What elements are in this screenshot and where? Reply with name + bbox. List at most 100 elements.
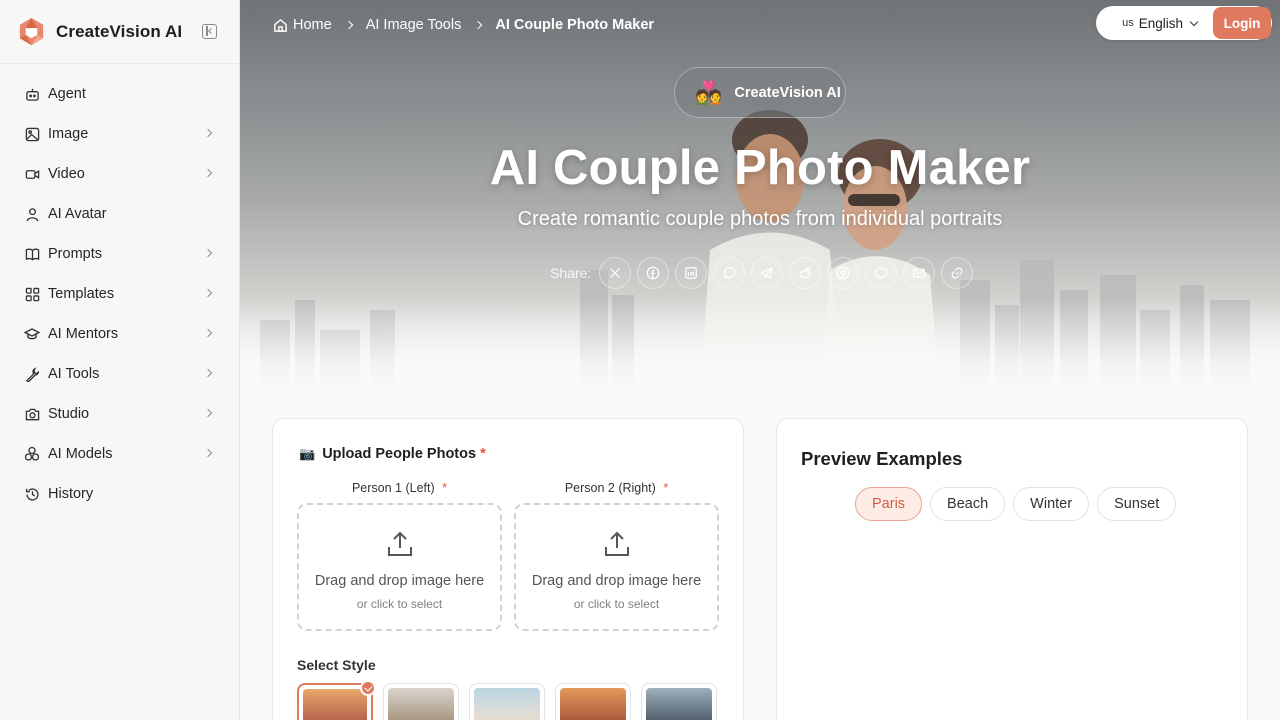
- person1-dropzone[interactable]: Drag and drop image here or click to sel…: [297, 503, 502, 631]
- sidebar-nav: Agent Image Video AI Avatar Prompts Temp…: [0, 64, 239, 514]
- chevron-right-icon: [203, 248, 213, 258]
- chevron-right-icon: [203, 448, 213, 458]
- person2-label: Person 2 (Right) *: [514, 481, 719, 495]
- check-icon: [360, 680, 376, 696]
- reddit-icon[interactable]: [789, 257, 822, 289]
- hero-badge: 💑 CreateVision AI: [674, 67, 846, 118]
- style-option[interactable]: [469, 683, 545, 720]
- sidebar-item-label: Image: [48, 126, 89, 142]
- user-icon: [24, 206, 40, 222]
- linkedin-icon[interactable]: [675, 257, 708, 289]
- tab-beach[interactable]: Beach: [930, 487, 1006, 521]
- sidebar: CreateVision AI Agent Image Video AI Ava…: [0, 0, 240, 720]
- book-icon: [24, 246, 40, 262]
- sidebar-item-label: AI Avatar: [48, 206, 107, 222]
- share-label: Share:: [550, 265, 592, 281]
- hero-banner: Home AI Image Tools AI Couple Photo Make…: [240, 0, 1280, 390]
- style-option[interactable]: [641, 683, 717, 720]
- upload-icon: [387, 531, 412, 556]
- chevron-right-icon: [203, 128, 213, 138]
- link-icon[interactable]: [941, 257, 974, 289]
- chevron-right-icon: [203, 328, 213, 338]
- chevron-down-icon: [1189, 17, 1199, 26]
- page-subtitle: Create romantic couple photos from indiv…: [517, 208, 1003, 230]
- telegram-icon[interactable]: [751, 257, 784, 289]
- upload-icon: [604, 531, 629, 556]
- chevron-right-icon: [203, 408, 213, 418]
- facebook-icon[interactable]: [637, 257, 670, 289]
- couple-emoji-icon: 💑: [695, 79, 723, 105]
- pinterest-icon[interactable]: [827, 257, 860, 289]
- sidebar-item-agent[interactable]: Agent: [0, 74, 239, 114]
- person1-label: Person 1 (Left) *: [297, 481, 502, 495]
- style-thumbnail-image: [560, 688, 626, 720]
- style-thumbnail-image: [303, 689, 367, 720]
- required-mark: *: [480, 446, 486, 462]
- preview-title: Preview Examples: [801, 448, 963, 469]
- sidebar-collapse-icon[interactable]: [202, 24, 217, 39]
- sidebar-item-history[interactable]: History: [0, 474, 239, 514]
- sidebar-item-label: AI Models: [48, 446, 113, 462]
- person2-dropzone[interactable]: Drag and drop image here or click to sel…: [514, 503, 719, 631]
- style-option[interactable]: [555, 683, 631, 720]
- camera-emoji-icon: 📷: [299, 446, 316, 461]
- upload-title: 📷 Upload People Photos *: [299, 446, 486, 462]
- models-icon: [24, 446, 40, 462]
- login-button[interactable]: Login: [1213, 7, 1271, 39]
- brand-name[interactable]: CreateVision AI: [56, 22, 182, 42]
- chevron-right-icon: [474, 20, 483, 30]
- camera-icon: [24, 406, 40, 422]
- sidebar-item-ai-models[interactable]: AI Models: [0, 434, 239, 474]
- sidebar-item-label: History: [48, 486, 94, 502]
- sidebar-item-video[interactable]: Video: [0, 154, 239, 194]
- sidebar-item-image[interactable]: Image: [0, 114, 239, 154]
- sidebar-item-label: Video: [48, 166, 85, 182]
- sidebar-item-ai-avatar[interactable]: AI Avatar: [0, 194, 239, 234]
- tab-winter[interactable]: Winter: [1013, 487, 1090, 521]
- breadcrumb-section[interactable]: AI Image Tools: [366, 17, 462, 33]
- breadcrumb-current: AI Couple Photo Maker: [495, 17, 655, 33]
- hero-badge-text: CreateVision AI: [734, 84, 841, 101]
- sidebar-item-templates[interactable]: Templates: [0, 274, 239, 314]
- language-label: English: [1138, 15, 1183, 31]
- image-icon: [24, 126, 40, 142]
- history-icon: [24, 486, 40, 502]
- sidebar-item-label: Templates: [48, 286, 115, 302]
- page-title: AI Couple Photo Maker: [489, 141, 1031, 195]
- sidebar-item-ai-tools[interactable]: AI Tools: [0, 354, 239, 394]
- required-mark: *: [663, 481, 669, 495]
- person2-label-text: Person 2 (Right): [564, 481, 656, 495]
- chevron-right-icon: [203, 288, 213, 298]
- line-icon[interactable]: [865, 257, 898, 289]
- breadcrumb-home[interactable]: Home: [293, 17, 332, 33]
- language-selector[interactable]: us English Login: [1096, 6, 1272, 40]
- sidebar-item-studio[interactable]: Studio: [0, 394, 239, 434]
- hero-fade: [240, 300, 1280, 390]
- sidebar-item-prompts[interactable]: Prompts: [0, 234, 239, 274]
- x-icon[interactable]: [599, 257, 632, 289]
- brand: CreateVision AI: [0, 0, 239, 64]
- dropzone-subtext: or click to select: [573, 597, 660, 611]
- tab-paris[interactable]: Paris: [855, 487, 923, 521]
- email-icon[interactable]: [903, 257, 936, 289]
- sidebar-item-ai-mentors[interactable]: AI Mentors: [0, 314, 239, 354]
- style-option[interactable]: [383, 683, 459, 720]
- sidebar-item-label: Prompts: [48, 246, 102, 262]
- required-mark: *: [442, 481, 448, 495]
- dropzone-subtext: or click to select: [356, 597, 443, 611]
- grid-icon: [24, 286, 40, 302]
- tab-sunset[interactable]: Sunset: [1097, 487, 1177, 521]
- breadcrumb: Home AI Image Tools AI Couple Photo Make…: [273, 17, 654, 33]
- person1-label-text: Person 1 (Left): [351, 481, 435, 495]
- sidebar-item-label: AI Mentors: [48, 326, 119, 342]
- graduation-cap-icon: [24, 326, 40, 342]
- createvision-logo-icon[interactable]: [16, 16, 47, 47]
- sidebar-item-label: Agent: [48, 86, 86, 102]
- preview-tabs: Paris Beach Winter Sunset: [855, 487, 1184, 521]
- sidebar-item-label: Studio: [48, 406, 90, 422]
- home-icon[interactable]: [273, 18, 288, 33]
- select-style-title: Select Style: [297, 657, 376, 673]
- style-thumbnail-image: [388, 688, 454, 720]
- whatsapp-icon[interactable]: [713, 257, 746, 289]
- upload-title-text: Upload People Photos: [322, 446, 477, 462]
